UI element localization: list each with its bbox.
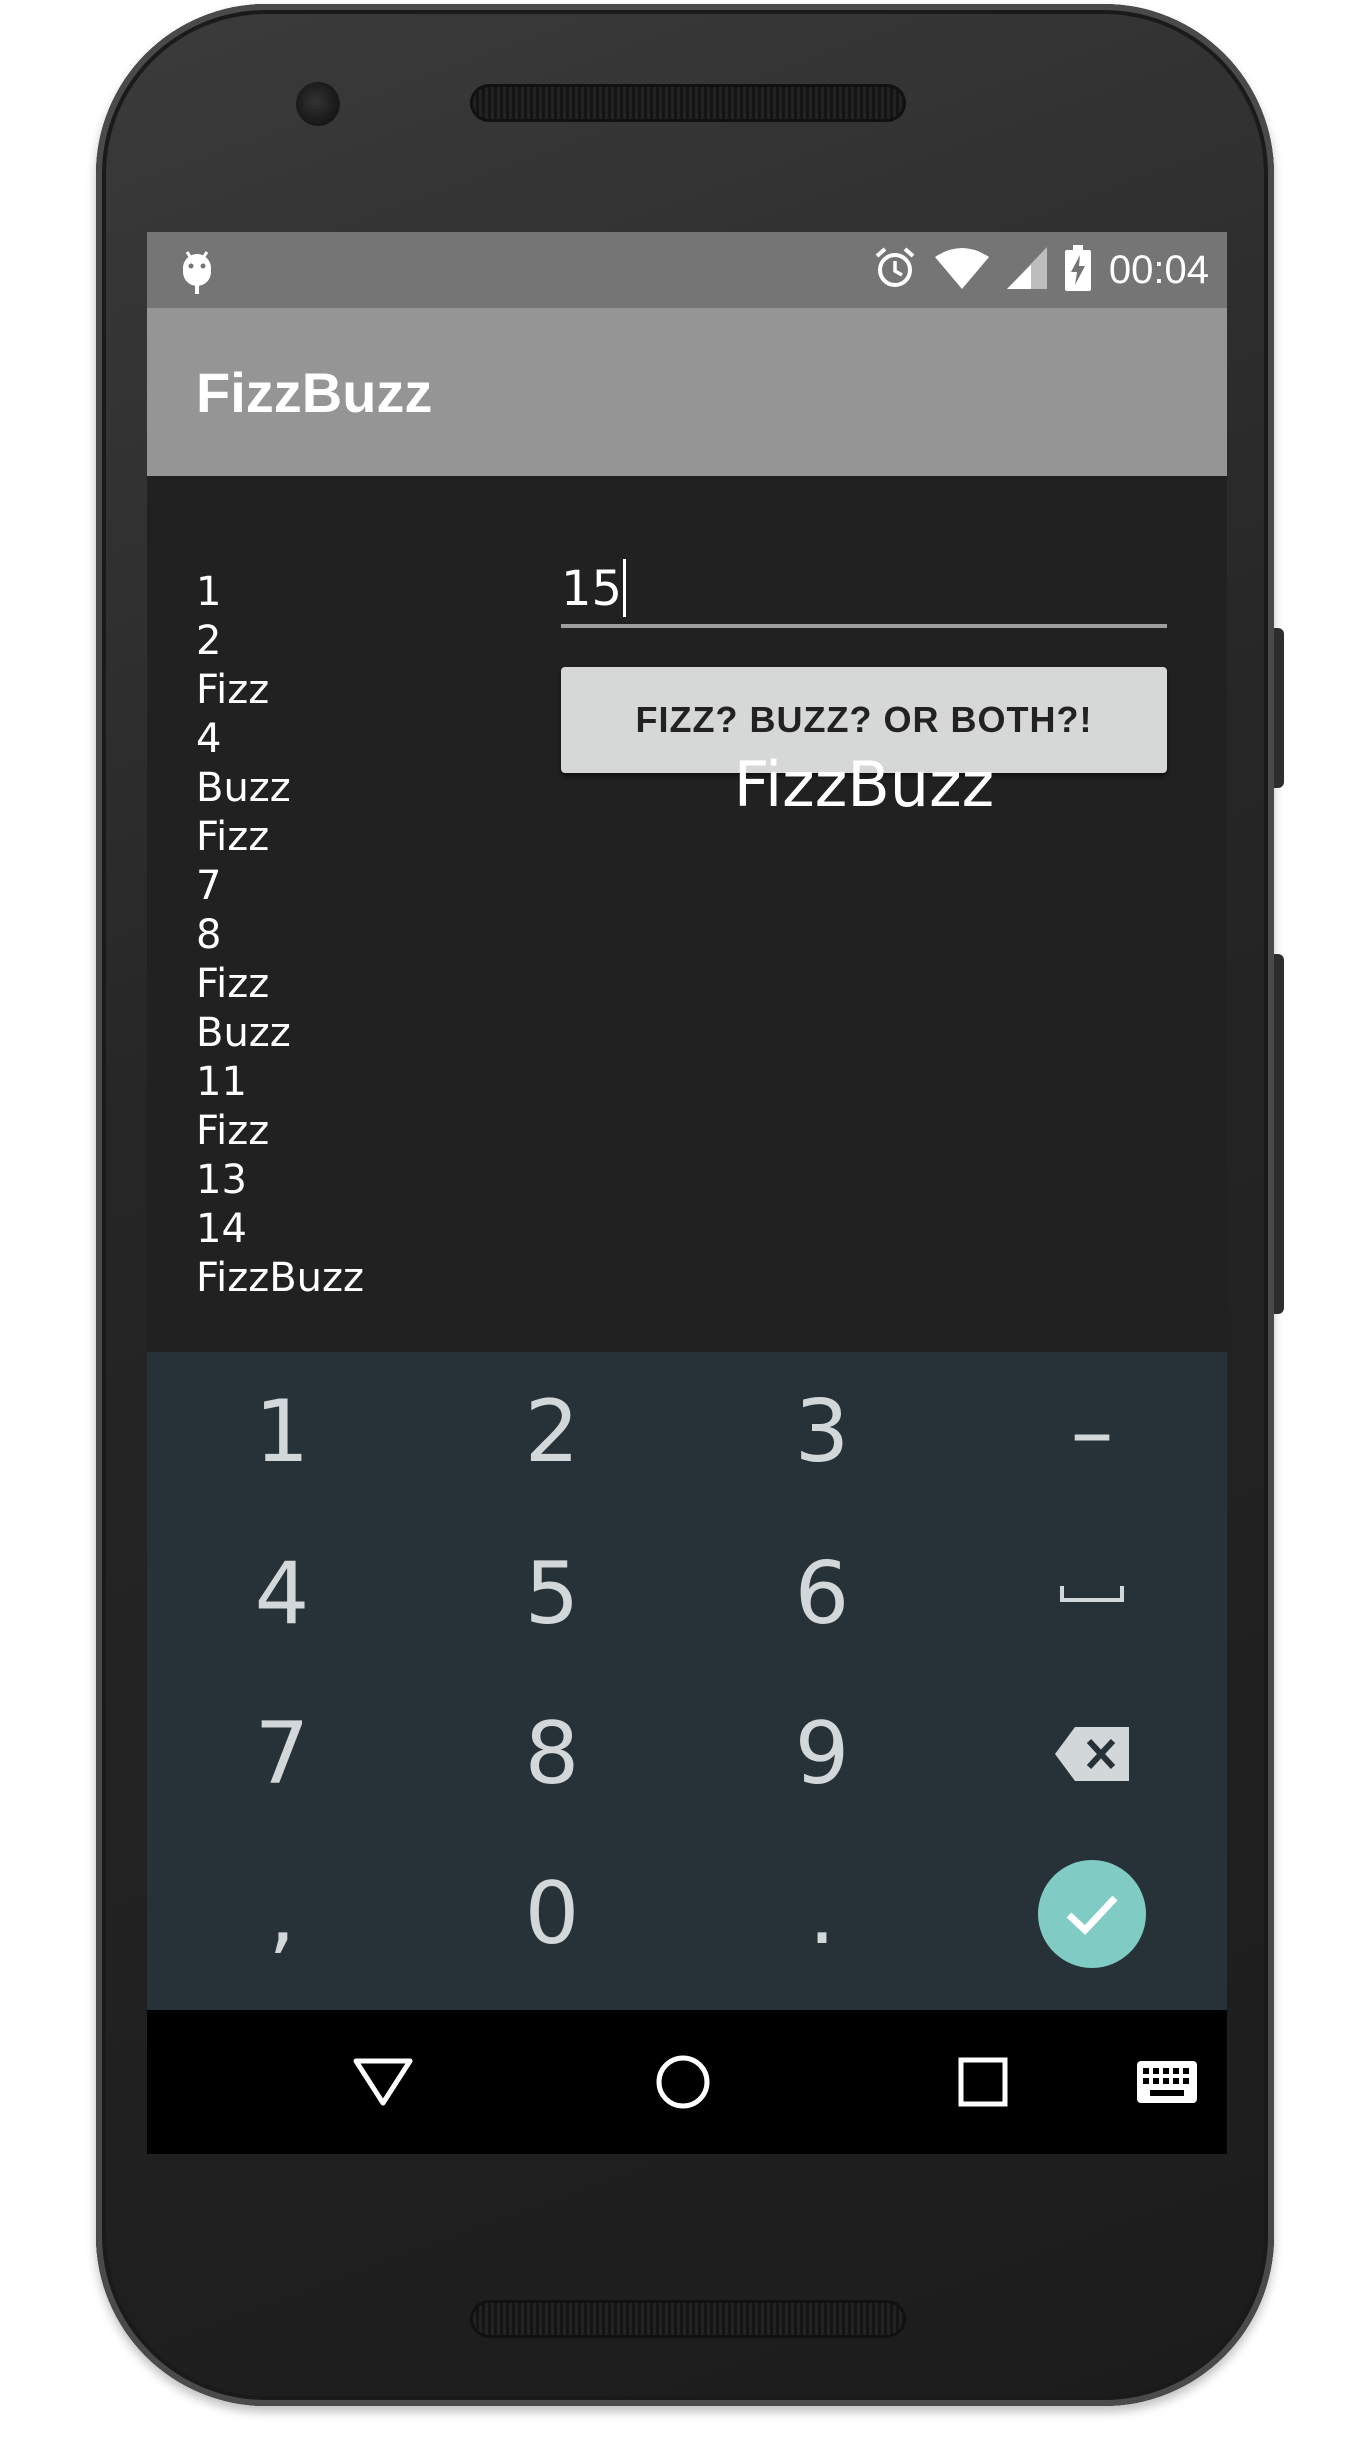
key-9[interactable]: 9: [687, 1674, 957, 1834]
back-button[interactable]: [347, 2046, 419, 2118]
list-item: FizzBuzz: [196, 1255, 364, 1295]
home-button[interactable]: [647, 2046, 719, 2118]
answer-text: FizzBuzz: [733, 748, 995, 821]
done-button[interactable]: [1038, 1860, 1146, 1968]
key-5[interactable]: 5: [417, 1514, 687, 1674]
space-icon: [1060, 1586, 1124, 1602]
top-speaker: [470, 84, 906, 122]
list-item: 7: [196, 863, 222, 909]
fizzbuzz-result-list[interactable]: 1 2 Fizz 4 Buzz Fizz 7 8 Fizz Buzz 11 Fi…: [196, 568, 496, 1295]
back-icon: [353, 2058, 413, 2106]
text-caret: [623, 559, 627, 617]
alarm-icon: [873, 246, 917, 295]
list-item: Buzz: [196, 765, 291, 811]
status-icons: 00:04: [873, 244, 1209, 296]
battery-charging-icon: [1064, 244, 1091, 296]
power-button: [1274, 628, 1284, 788]
front-camera: [296, 82, 340, 126]
list-item: 2: [196, 618, 222, 664]
key-2[interactable]: 2: [417, 1352, 687, 1512]
number-input-value: 15: [561, 561, 623, 617]
bottom-speaker: [470, 2300, 906, 2338]
list-item: 8: [196, 912, 222, 958]
list-item: 1: [196, 569, 222, 615]
number-input[interactable]: 15: [561, 554, 1167, 628]
list-item: Fizz: [196, 667, 270, 713]
list-item: 11: [196, 1059, 247, 1105]
app-title: FizzBuzz: [196, 361, 433, 424]
status-bar: 00:04: [147, 232, 1227, 308]
volume-button: [1274, 954, 1284, 1314]
numeric-keyboard: 1 2 3 – 4 5 6 7 8 9 , 0 .: [147, 1352, 1227, 2010]
list-item: Fizz: [196, 1108, 270, 1154]
key-backspace[interactable]: [957, 1674, 1227, 1834]
status-time: 00:04: [1108, 247, 1209, 292]
list-item: 4: [196, 716, 222, 762]
key-done[interactable]: [957, 1834, 1227, 1994]
key-8[interactable]: 8: [417, 1674, 687, 1834]
key-space[interactable]: [957, 1514, 1227, 1674]
list-item: Fizz: [196, 814, 270, 860]
key-1[interactable]: 1: [147, 1352, 417, 1512]
key-period[interactable]: .: [687, 1834, 957, 1994]
keyboard-switch-icon: [1137, 2061, 1197, 2103]
cell-signal-icon: [1006, 246, 1047, 294]
main-content: 1 2 Fizz 4 Buzz Fizz 7 8 Fizz Buzz 11 Fi…: [147, 476, 1227, 1352]
recents-icon: [958, 2057, 1008, 2107]
wifi-icon: [934, 247, 989, 294]
keyboard-switch-button[interactable]: [1131, 2046, 1203, 2118]
checkmark-icon: [1066, 1895, 1118, 1935]
home-icon: [656, 2055, 710, 2109]
app-bar: FizzBuzz: [147, 308, 1227, 476]
key-4[interactable]: 4: [147, 1514, 417, 1674]
key-6[interactable]: 6: [687, 1514, 957, 1674]
navigation-bar: [147, 2010, 1227, 2154]
list-item: 13: [196, 1157, 247, 1203]
android-debug-icon: [179, 246, 215, 294]
screen: 00:04 FizzBuzz 1 2 Fizz 4 Buzz Fizz 7 8 …: [147, 232, 1227, 2154]
list-item: 14: [196, 1206, 247, 1252]
key-0[interactable]: 0: [417, 1834, 687, 1994]
recents-button[interactable]: [947, 2046, 1019, 2118]
key-comma[interactable]: ,: [147, 1834, 417, 1994]
list-item: Buzz: [196, 1010, 291, 1056]
key-minus[interactable]: –: [957, 1352, 1227, 1512]
list-item: Fizz: [196, 961, 270, 1007]
backspace-icon: [1055, 1727, 1129, 1781]
key-3[interactable]: 3: [687, 1352, 957, 1512]
key-7[interactable]: 7: [147, 1674, 417, 1834]
